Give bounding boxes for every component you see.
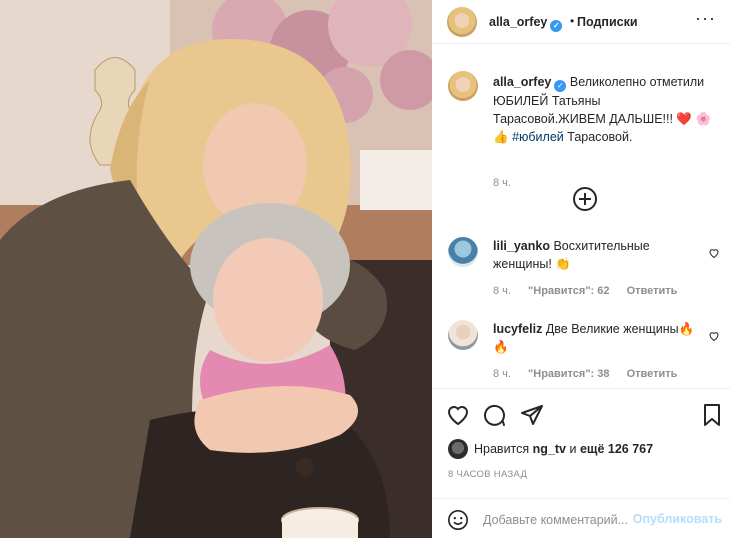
- add-comment-bar: Опубликовать: [432, 498, 730, 538]
- comment-likes[interactable]: "Нравится": 38: [528, 368, 609, 380]
- reply-button[interactable]: Ответить: [627, 285, 678, 297]
- comment-text: lili_yanko Восхитительные женщины! 👏: [493, 237, 703, 273]
- post-date[interactable]: 8 ЧАСОВ НАЗАД: [448, 469, 527, 480]
- bookmark-icon[interactable]: [700, 403, 724, 427]
- heart-icon[interactable]: [708, 247, 720, 259]
- likes-and: и: [569, 442, 577, 456]
- commenter-avatar[interactable]: [448, 237, 478, 267]
- comment-input[interactable]: [483, 510, 633, 530]
- load-more-icon[interactable]: [573, 187, 597, 211]
- verified-icon: ✓: [550, 20, 563, 32]
- comment-time[interactable]: 8 ч.: [493, 368, 511, 380]
- caption-time[interactable]: 8 ч.: [493, 177, 511, 189]
- comment-meta: 8 ч. "Нравится": 62 Ответить: [493, 285, 691, 297]
- caption-text: alla_orfey ✓ Великолепно отметили ЮБИЛЕЙ …: [493, 73, 713, 146]
- author-username[interactable]: alla_orfey ✓: [489, 15, 563, 32]
- likes-text: Нравится ng_tv и ещё 126 767: [474, 442, 653, 456]
- commenter-username[interactable]: lili_yanko: [493, 239, 550, 253]
- separator-dot: •: [570, 14, 575, 28]
- reply-button[interactable]: Ответить: [627, 368, 678, 380]
- commenter-avatar[interactable]: [448, 320, 478, 350]
- comment-meta: 8 ч. "Нравится": 38 Ответить: [493, 368, 691, 380]
- heart-icon[interactable]: [708, 330, 720, 342]
- likes-count[interactable]: ещё 126 767: [580, 442, 653, 456]
- verified-icon: ✓: [554, 80, 567, 92]
- comment-time[interactable]: 8 ч.: [493, 285, 511, 297]
- comment-icon[interactable]: [482, 403, 506, 427]
- post-photo[interactable]: [0, 0, 432, 538]
- comment-likes[interactable]: "Нравится": 62: [528, 285, 609, 297]
- liker-username[interactable]: ng_tv: [533, 442, 566, 456]
- share-icon[interactable]: [520, 403, 544, 427]
- post-sidebar: alla_orfey ✓ • Подписки ··· alla_orfey ✓ В…: [432, 0, 730, 538]
- post-actions: Нравится ng_tv и ещё 126 767 8 ЧАСОВ НАЗ…: [432, 388, 730, 488]
- post-header: alla_orfey ✓ • Подписки ···: [432, 0, 730, 44]
- liker-avatar[interactable]: [448, 439, 468, 459]
- comments-list: alla_orfey ✓ Великолепно отметили ЮБИЛЕЙ …: [432, 45, 730, 390]
- follow-button[interactable]: Подписки: [577, 15, 638, 29]
- caption-tail: Тарасовой.: [567, 130, 633, 144]
- like-icon[interactable]: [446, 403, 470, 427]
- caption-author[interactable]: alla_orfey: [493, 75, 551, 89]
- commenter-username[interactable]: lucyfeliz: [493, 322, 542, 336]
- photo-illustration: [0, 0, 432, 538]
- author-avatar[interactable]: [447, 7, 477, 37]
- hashtag-link[interactable]: #юбилей: [512, 130, 564, 144]
- caption-avatar[interactable]: [448, 71, 478, 101]
- emoji-icon[interactable]: [447, 509, 469, 531]
- publish-button[interactable]: Опубликовать: [633, 512, 722, 526]
- likes-prefix: Нравится: [474, 442, 530, 456]
- author-name-text[interactable]: alla_orfey: [489, 15, 547, 29]
- comment-text: lucyfeliz Две Великие женщины🔥 🔥: [493, 320, 703, 356]
- more-icon[interactable]: ···: [695, 8, 716, 29]
